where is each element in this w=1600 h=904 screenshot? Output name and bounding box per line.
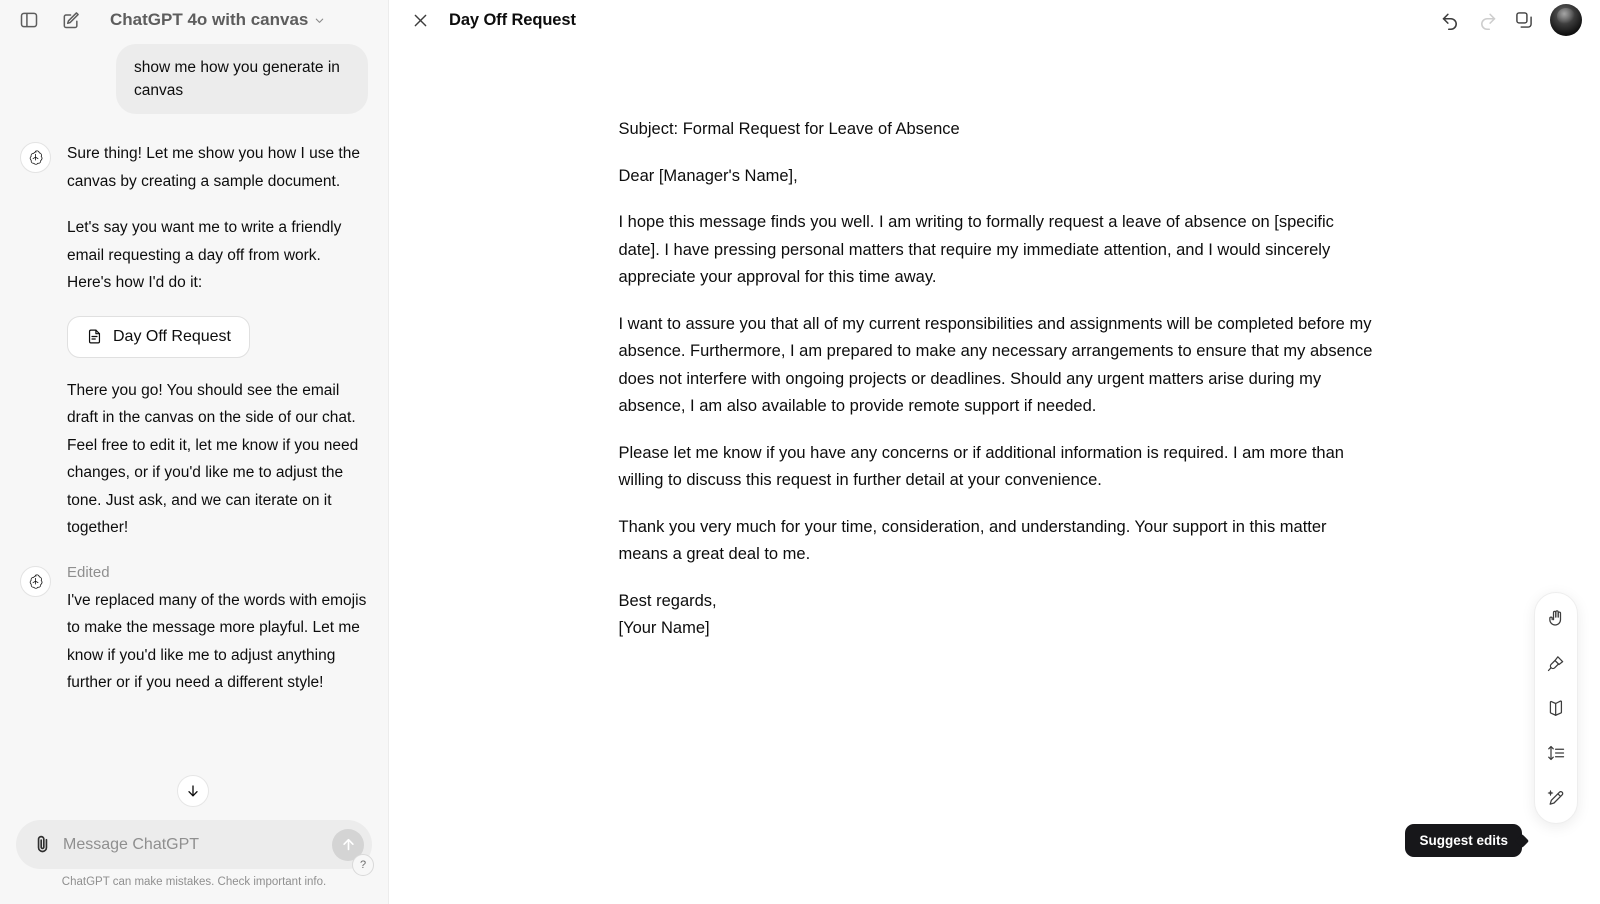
composer-area: ChatGPT can make mistakes. Check importa… xyxy=(0,820,388,904)
hand-emoji-icon[interactable] xyxy=(1539,601,1573,635)
message-input[interactable] xyxy=(63,835,322,854)
assistant-paragraph: Let's say you want me to write a friendl… xyxy=(67,219,342,291)
assistant-paragraph: There you go! You should see the email d… xyxy=(67,381,359,537)
document-paragraph: Please let me know if you have any conce… xyxy=(618,443,1344,490)
document-signoff-line-1: Best regards, xyxy=(618,591,717,610)
assistant-message-body: Edited I've replaced many of the words w… xyxy=(67,564,368,697)
user-avatar[interactable] xyxy=(1550,4,1582,36)
assistant-paragraph: Sure thing! Let me show you how I use th… xyxy=(67,145,360,190)
paperclip-icon[interactable] xyxy=(32,834,53,855)
openai-logo-icon xyxy=(20,142,51,173)
brush-icon[interactable] xyxy=(1539,646,1573,680)
message-user: show me how you generate in canvas xyxy=(20,44,368,114)
message-assistant-edited: Edited I've replaced many of the words w… xyxy=(20,564,368,697)
disclaimer-text: ChatGPT can make mistakes. Check importa… xyxy=(61,876,327,888)
canvas-panel: Day Off Request Subject: Formal Request … xyxy=(389,0,1600,904)
document-icon xyxy=(88,329,101,344)
undo-arrow-icon[interactable] xyxy=(1440,10,1461,31)
sidebar-header: ChatGPT 4o with canvas xyxy=(0,0,388,40)
edited-status-label: Edited xyxy=(67,563,110,581)
suggest-edits-tooltip: Suggest edits xyxy=(1405,824,1522,857)
copy-icon[interactable] xyxy=(1514,10,1534,30)
message-assistant: Sure thing! Let me show you how I use th… xyxy=(20,140,368,542)
canvas-document-chip-label: Day Off Request xyxy=(113,327,231,345)
help-button[interactable]: ? xyxy=(352,854,374,876)
arrow-up-icon xyxy=(342,838,354,851)
model-selector[interactable]: ChatGPT 4o with canvas xyxy=(102,6,333,34)
document-paragraph: I hope this message finds you well. I am… xyxy=(618,213,1334,286)
assistant-paragraph: I've replaced many of the words with emo… xyxy=(67,591,367,692)
chevron-down-icon xyxy=(316,18,324,23)
document-signoff-line-2: [Your Name] xyxy=(618,619,710,637)
chat-sidebar: ChatGPT 4o with canvas show me how you g… xyxy=(0,0,389,904)
model-selector-label: ChatGPT 4o with canvas xyxy=(110,10,309,29)
document-paragraph: I want to assure you that all of my curr… xyxy=(618,314,1373,416)
sparkle-pencil-icon[interactable] xyxy=(1539,781,1573,815)
openai-logo-icon xyxy=(20,565,51,597)
scroll-to-bottom-button[interactable] xyxy=(177,775,209,807)
canvas-title: Day Off Request xyxy=(449,10,576,29)
assistant-message-body: Sure thing! Let me show you how I use th… xyxy=(67,140,368,542)
canvas-document[interactable]: Subject: Formal Request for Leave of Abs… xyxy=(615,116,1375,643)
canvas-tool-rail xyxy=(1534,592,1578,824)
document-paragraph-salutation: Dear [Manager's Name], xyxy=(618,166,798,185)
length-arrows-icon[interactable] xyxy=(1539,736,1573,770)
chatgpt-canvas-app: ChatGPT 4o with canvas show me how you g… xyxy=(0,0,1600,904)
user-message-bubble: show me how you generate in canvas xyxy=(116,44,368,114)
canvas-header: Day Off Request xyxy=(389,0,1600,40)
compose-pencil-icon[interactable] xyxy=(56,5,86,35)
canvas-header-actions xyxy=(1440,4,1582,36)
message-composer[interactable] xyxy=(16,820,372,869)
canvas-document-chip[interactable]: Day Off Request xyxy=(67,315,250,358)
redo-arrow-icon[interactable] xyxy=(1477,10,1498,31)
arrow-down-icon xyxy=(188,785,198,797)
document-paragraph: Thank you very much for your time, consi… xyxy=(618,517,1327,564)
open-book-icon[interactable] xyxy=(1539,691,1573,725)
sidebar-panel-icon[interactable] xyxy=(14,5,44,35)
document-scroll-area[interactable]: Subject: Formal Request for Leave of Abs… xyxy=(389,40,1600,904)
chat-message-list[interactable]: show me how you generate in canvas Sure … xyxy=(0,40,388,820)
close-x-icon[interactable] xyxy=(405,5,435,35)
document-paragraph-subject: Subject: Formal Request for Leave of Abs… xyxy=(618,120,960,138)
